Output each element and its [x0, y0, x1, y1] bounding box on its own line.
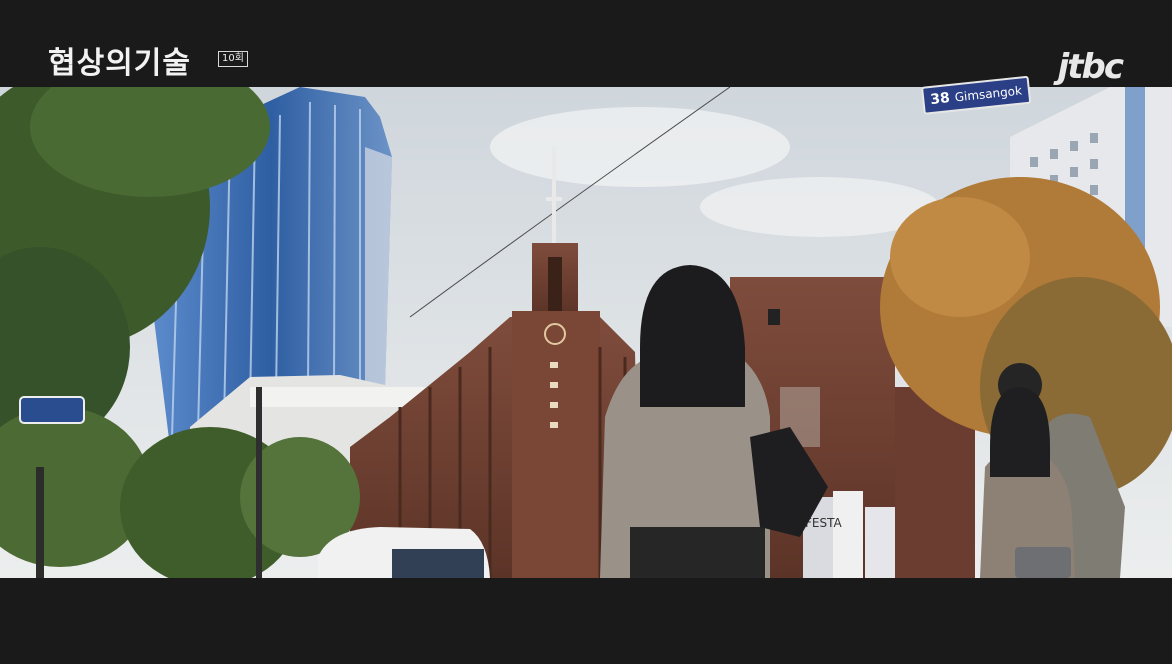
letterbox-bottom [0, 578, 1172, 664]
street-scene: FESTA [0, 87, 1172, 578]
street-sign-number: 38 [929, 90, 951, 109]
poster-text: FESTA [805, 516, 843, 530]
bus [318, 527, 490, 578]
episode-badge: 10회 [218, 51, 248, 67]
small-street-sign [19, 396, 85, 424]
network-logo: jtbc [1057, 47, 1124, 87]
show-title-logo: 협상의기술 [48, 46, 191, 81]
street-sign-name: Gimsangok [954, 83, 1023, 105]
